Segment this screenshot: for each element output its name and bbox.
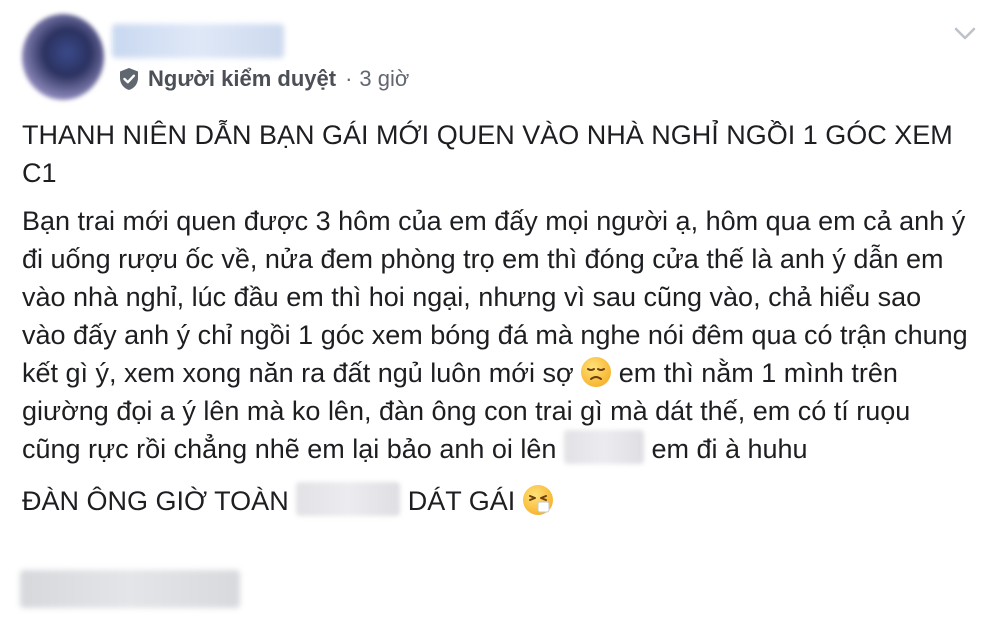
post-content: THANH NIÊN DẪN BẠN GÁI MỚI QUEN VÀO NHÀ … bbox=[22, 116, 972, 534]
post-body-text-3: em đi à huhu bbox=[651, 434, 808, 464]
meta-separator: · bbox=[345, 66, 353, 91]
avatar[interactable] bbox=[22, 14, 104, 100]
moderator-label: Người kiểm duyệt bbox=[148, 66, 337, 91]
redacted-word bbox=[296, 482, 401, 516]
chevron-down-icon[interactable] bbox=[953, 26, 977, 42]
post-closing-text-1: ĐÀN ÔNG GIỜ TOÀN bbox=[22, 486, 289, 516]
redacted-footer bbox=[20, 570, 240, 608]
post-closing-text-2: DÁT GÁI bbox=[407, 486, 516, 516]
shield-check-icon bbox=[120, 68, 138, 90]
sneezing-face-emoji bbox=[522, 485, 553, 515]
post-meta: Người kiểm duyệt · 3 giờ bbox=[118, 66, 409, 92]
post-time[interactable]: 3 giờ bbox=[359, 66, 409, 92]
post-title: THANH NIÊN DẪN BẠN GÁI MỚI QUEN VÀO NHÀ … bbox=[22, 120, 953, 188]
redacted-word bbox=[563, 430, 644, 464]
author-name-redacted[interactable] bbox=[112, 24, 284, 58]
disappointed-face-emoji bbox=[581, 357, 612, 387]
post-closing: ĐÀN ÔNG GIỜ TOÀN DÁT GÁI bbox=[22, 482, 972, 520]
post-body: Bạn trai mới quen được 3 hôm của em đấy … bbox=[22, 202, 972, 468]
